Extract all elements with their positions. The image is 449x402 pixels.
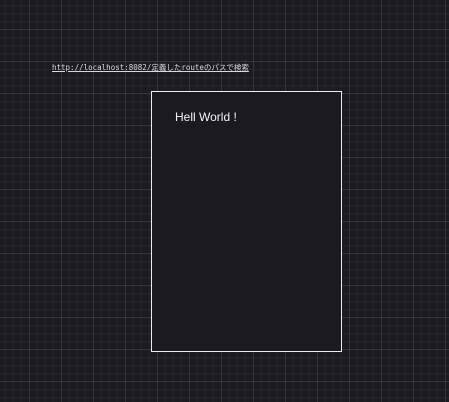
preview-frame: Hell World ! [151,91,342,352]
localhost-url-link[interactable]: http://localhost:8082/定義したrouteのパスで検索 [52,62,249,73]
hello-world-text: Hell World ! [175,110,237,124]
